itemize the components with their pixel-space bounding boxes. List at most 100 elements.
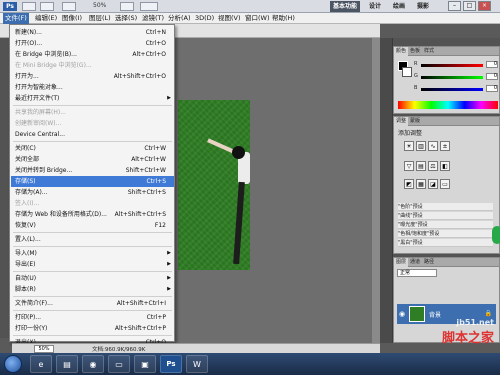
menu-analysis[interactable]: 分析(A): [166, 13, 193, 24]
red-value[interactable]: 0: [486, 61, 498, 68]
photoshop-taskbar-icon[interactable]: Ps: [160, 355, 182, 373]
tab-channels[interactable]: 通道: [408, 258, 422, 267]
file-menu-item[interactable]: 打印(P)... Ctrl+P: [11, 312, 174, 323]
file-menu-item[interactable]: 关闭并转到 Bridge... Shift+Ctrl+W: [11, 165, 174, 176]
workspace-essentials[interactable]: 基本功能: [330, 1, 361, 12]
zoom-level[interactable]: 50%: [93, 2, 106, 9]
file-menu-item[interactable]: 文件简介(F)... Alt+Shift+Ctrl+I: [11, 298, 174, 309]
background-color-swatch[interactable]: [402, 67, 412, 77]
posterize-icon[interactable]: ▦: [416, 179, 426, 189]
gradient-map-icon[interactable]: ▭: [440, 179, 450, 189]
tab-styles[interactable]: 样式: [422, 47, 436, 56]
vibrance-icon[interactable]: ▽: [404, 161, 414, 171]
workspace-photography[interactable]: 摄影: [414, 1, 432, 12]
file-menu-item[interactable]: 打开为... Alt+Shift+Ctrl+O: [11, 71, 174, 82]
black-white-icon[interactable]: ◧: [440, 161, 450, 171]
file-menu-item[interactable]: 存储(S) Ctrl+S: [11, 176, 174, 187]
green-value[interactable]: 0: [486, 73, 498, 80]
start-button[interactable]: [4, 355, 22, 373]
close-button[interactable]: ×: [478, 1, 491, 11]
image-viewer-taskbar-icon[interactable]: ▣: [134, 355, 156, 373]
explorer-taskbar-icon[interactable]: ▤: [56, 355, 78, 373]
green-slider[interactable]: G 0: [414, 73, 498, 81]
menu-select[interactable]: 选择(S): [113, 13, 139, 24]
menu-edit[interactable]: 编辑(E): [33, 13, 59, 24]
blend-mode-select[interactable]: 正常: [397, 269, 437, 277]
file-menu-item[interactable]: 打印一份(Y) Alt+Shift+Ctrl+P: [11, 323, 174, 334]
red-track[interactable]: [421, 64, 483, 67]
minimize-button[interactable]: –: [448, 1, 461, 11]
menu-file[interactable]: 文件(F): [3, 13, 29, 24]
file-menu-item[interactable]: 打开为智能对象...: [11, 82, 174, 93]
menu-image[interactable]: 图像(I): [60, 13, 84, 24]
threshold-icon[interactable]: ◪: [428, 179, 438, 189]
invert-icon[interactable]: ◩: [404, 179, 414, 189]
menu-item-label: 文件简介(F)...: [15, 300, 53, 307]
preset-hue-saturation[interactable]: "色相/饱和度"预设: [398, 230, 493, 238]
visibility-eye-icon[interactable]: ◉: [399, 310, 405, 318]
levels-icon[interactable]: ▥: [416, 141, 426, 151]
menu-help[interactable]: 帮助(H): [270, 13, 297, 24]
exposure-icon[interactable]: ±: [440, 141, 450, 151]
screen-mode-button[interactable]: [140, 2, 158, 11]
side-toggle-button[interactable]: [492, 226, 500, 244]
file-menu-item[interactable]: 存储为(A)... Shift+Ctrl+S: [11, 187, 174, 198]
preset-exposure[interactable]: "曝光度"预设: [398, 221, 493, 229]
file-menu-item[interactable]: 置入(L)...: [11, 234, 174, 245]
tab-color[interactable]: 颜色: [394, 47, 409, 56]
maximize-button[interactable]: □: [463, 1, 476, 11]
tab-paths[interactable]: 路径: [422, 258, 436, 267]
folder-taskbar-icon[interactable]: ▭: [108, 355, 130, 373]
tab-layers[interactable]: 图层: [394, 258, 409, 267]
file-menu-item[interactable]: 关闭全部 Alt+Ctrl+W: [11, 154, 174, 165]
file-menu-item[interactable]: 关闭(C) Ctrl+W: [11, 143, 174, 154]
view-extras-button[interactable]: [62, 2, 76, 11]
menu-layer[interactable]: 图层(L): [87, 13, 113, 24]
bridge-button[interactable]: [22, 2, 36, 11]
file-menu-item[interactable]: 导出(E) ▶: [11, 259, 174, 270]
status-bar: 50% 文档:960.9K/960.9K: [12, 343, 380, 353]
preset-curves[interactable]: "曲线"预设: [398, 212, 493, 220]
file-menu-item[interactable]: 脚本(R) ▶: [11, 284, 174, 295]
file-menu-item[interactable]: 恢复(V) F12: [11, 220, 174, 231]
mini-bridge-button[interactable]: [40, 2, 54, 11]
red-slider[interactable]: R 0: [414, 61, 498, 69]
menu-window[interactable]: 窗口(W): [243, 13, 272, 24]
file-menu-item[interactable]: 打开(O)... Ctrl+O: [11, 38, 174, 49]
ie-taskbar-icon[interactable]: e: [30, 355, 52, 373]
workspace-painting[interactable]: 绘画: [390, 1, 408, 12]
menu-separator: [13, 296, 172, 297]
menu-3d[interactable]: 3D(D): [193, 13, 216, 24]
tab-adjustments[interactable]: 调整: [394, 117, 409, 126]
media-taskbar-icon[interactable]: ◉: [82, 355, 104, 373]
menu-filter[interactable]: 滤镜(T): [140, 13, 166, 24]
file-menu-item[interactable]: 存储为 Web 和设备所用格式(D)... Alt+Shift+Ctrl+S: [11, 209, 174, 220]
color-balance-icon[interactable]: ⚖: [428, 161, 438, 171]
app-taskbar-icon[interactable]: W: [186, 355, 208, 373]
menu-view[interactable]: 视图(V): [216, 13, 243, 24]
vertical-scrollbar[interactable]: [372, 38, 380, 343]
collapsed-panel-strip[interactable]: [380, 38, 393, 343]
tab-swatches[interactable]: 色板: [408, 47, 422, 56]
file-menu-item[interactable]: 自动(U) ▶: [11, 273, 174, 284]
blue-slider[interactable]: B 0: [414, 85, 498, 93]
file-menu-item[interactable]: 导入(M) ▶: [11, 248, 174, 259]
curves-icon[interactable]: ∿: [428, 141, 438, 151]
workspace-design[interactable]: 设计: [366, 1, 384, 12]
preset-black-white[interactable]: "黑白"预设: [398, 239, 493, 247]
file-menu-item[interactable]: 在 Bridge 中浏览(B)... Alt+Ctrl+O: [11, 49, 174, 60]
brightness-contrast-icon[interactable]: ☀: [404, 141, 414, 151]
file-menu-item[interactable]: 新建(N)... Ctrl+N: [11, 27, 174, 38]
color-spectrum-bar[interactable]: [398, 101, 498, 109]
hue-saturation-icon[interactable]: ▤: [416, 161, 426, 171]
file-menu-item[interactable]: 最近打开文件(T) ▶: [11, 93, 174, 104]
blue-value[interactable]: 0: [486, 85, 498, 92]
green-track[interactable]: [421, 76, 483, 79]
menu-item-shortcut: Alt+Ctrl+W: [131, 156, 166, 163]
blue-track[interactable]: [421, 88, 483, 91]
file-menu-item[interactable]: Device Central...: [11, 129, 174, 140]
preset-levels[interactable]: "色阶"预设: [398, 203, 493, 211]
tab-masks[interactable]: 蒙版: [408, 117, 422, 126]
status-zoom-field[interactable]: 50%: [34, 345, 54, 353]
arrange-documents-button[interactable]: [120, 2, 134, 11]
